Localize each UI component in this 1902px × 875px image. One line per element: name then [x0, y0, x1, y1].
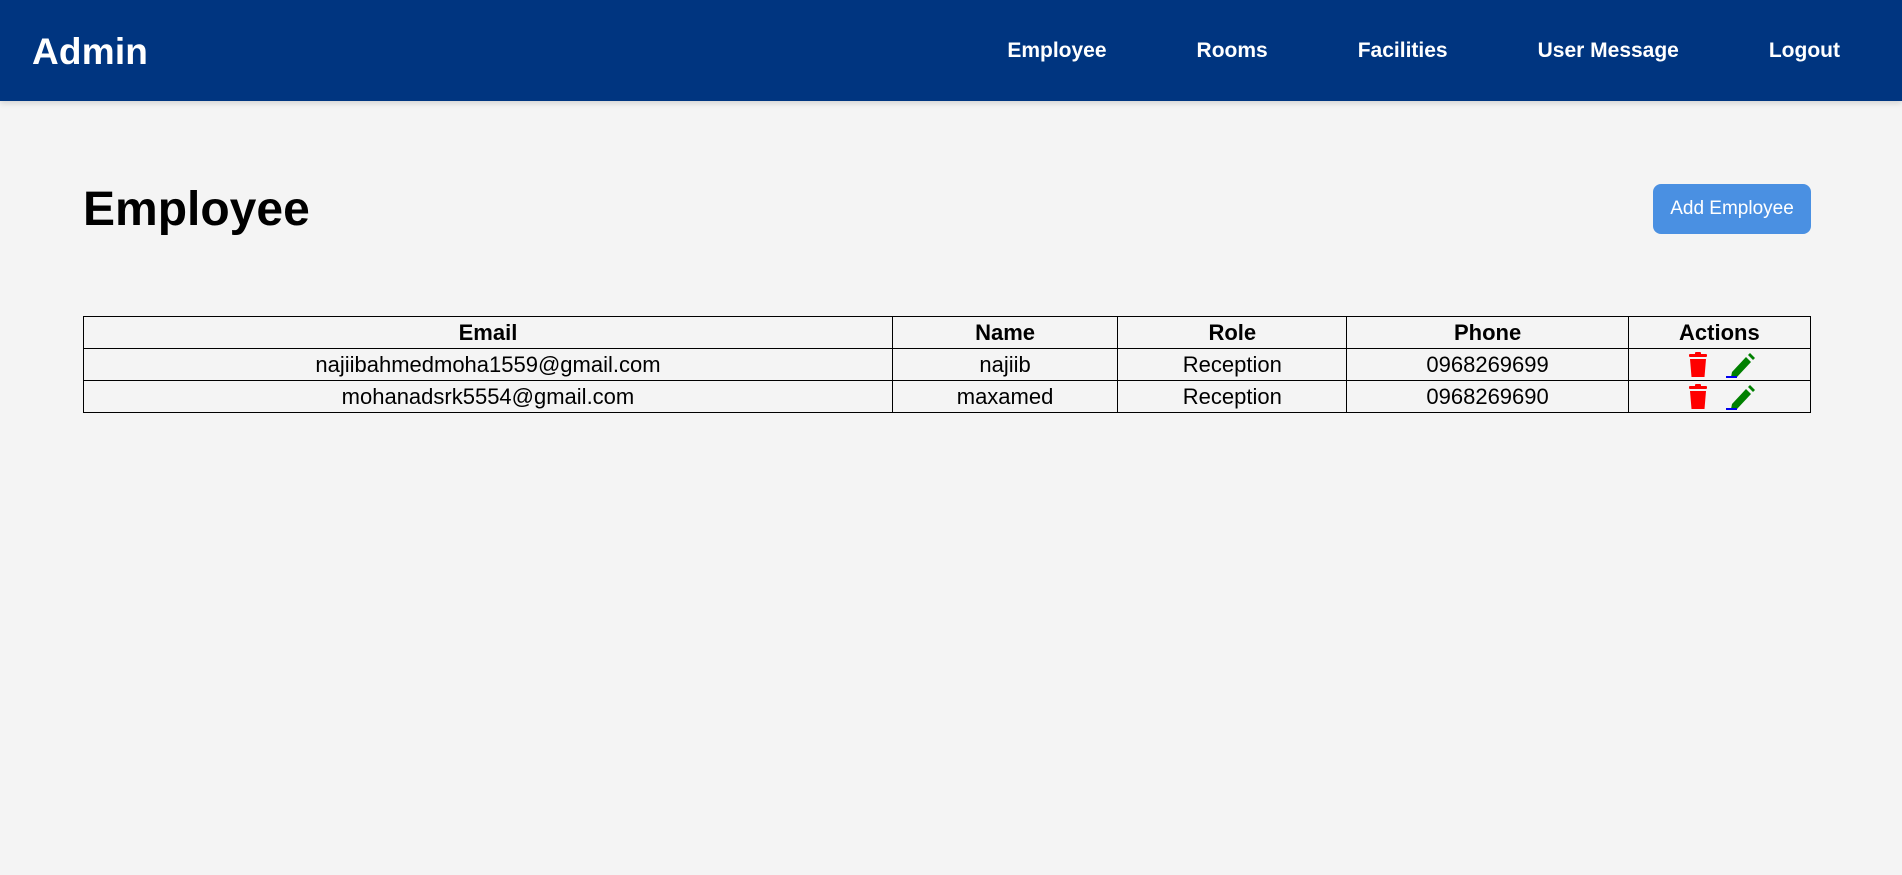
column-header-phone: Phone: [1346, 316, 1629, 349]
top-navbar: Admin Employee Rooms Facilities User Mes…: [0, 0, 1902, 101]
pencil-icon[interactable]: [1724, 384, 1756, 411]
nav-link-employee[interactable]: Employee: [1007, 39, 1106, 63]
employee-table: Email Name Role Phone Actions najiibahme…: [83, 316, 1812, 413]
add-employee-button[interactable]: Add Employee: [1653, 184, 1811, 234]
column-header-name: Name: [891, 316, 1119, 349]
table-row: najiibahmedmoha1559@gmail.com najiib Rec…: [83, 348, 1812, 381]
page-title: Employee: [83, 183, 310, 236]
cell-role: Reception: [1117, 380, 1348, 413]
cell-name: maxamed: [891, 380, 1119, 413]
cell-name: najiib: [891, 348, 1119, 381]
nav-link-facilities[interactable]: Facilities: [1358, 39, 1448, 63]
cell-actions: [1627, 380, 1812, 413]
column-header-actions: Actions: [1627, 316, 1812, 349]
column-header-role: Role: [1117, 316, 1348, 349]
cell-email: najiibahmedmoha1559@gmail.com: [83, 348, 893, 381]
cell-role: Reception: [1117, 348, 1348, 381]
nav-link-rooms[interactable]: Rooms: [1197, 39, 1268, 63]
table-row: mohanadsrk5554@gmail.com maxamed Recepti…: [83, 380, 1812, 413]
cell-actions: [1627, 348, 1812, 381]
cell-phone: 0968269690: [1346, 380, 1629, 413]
table-header-row: Email Name Role Phone Actions: [83, 316, 1812, 349]
cell-email: mohanadsrk5554@gmail.com: [83, 380, 893, 413]
trash-icon[interactable]: [1682, 352, 1714, 378]
brand-title: Admin: [32, 31, 149, 72]
pencil-icon[interactable]: [1724, 352, 1756, 379]
trash-icon[interactable]: [1682, 384, 1714, 410]
nav-link-user-message[interactable]: User Message: [1538, 39, 1679, 63]
column-header-email: Email: [83, 316, 893, 349]
cell-phone: 0968269699: [1346, 348, 1629, 381]
nav-links: Employee Rooms Facilities User Message L…: [1007, 0, 1840, 101]
nav-link-logout[interactable]: Logout: [1769, 39, 1840, 63]
